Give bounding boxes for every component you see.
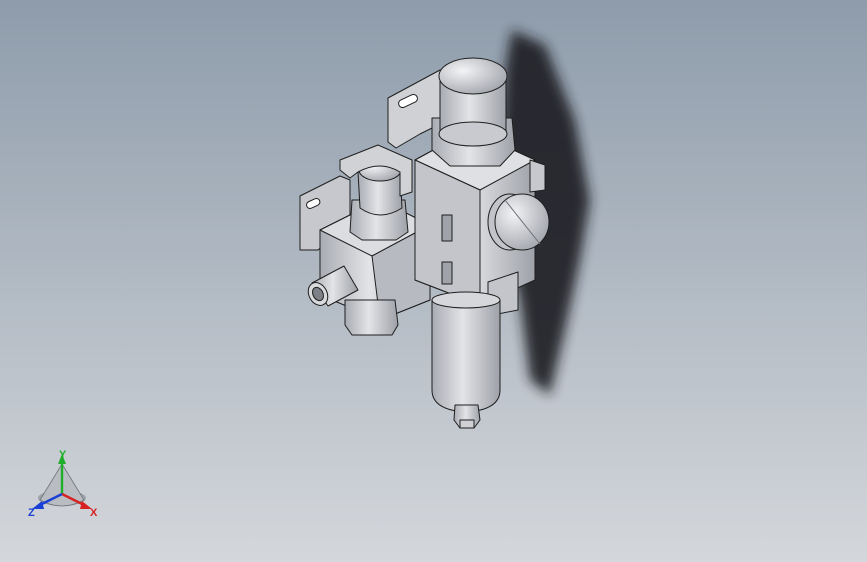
filter-head-slot-2 [441,261,453,285]
orientation-triad[interactable]: Y X Z [22,446,112,526]
model-canvas[interactable] [0,0,867,562]
gauge-base-ring [438,121,508,147]
y-axis-label: Y [59,449,67,461]
regulator-bottom-cap [344,299,399,336]
graphics-viewport[interactable]: Y X Z [0,0,867,562]
drain-tip [459,419,475,429]
gauge-top[interactable] [438,57,508,95]
filter-head-slot-1 [441,214,453,242]
filter-bowl [431,299,501,413]
z-axis-label: Z [28,507,35,519]
right-bracket [529,159,546,193]
filter-bowl-rim [431,291,501,309]
x-axis-label: X [90,507,98,519]
